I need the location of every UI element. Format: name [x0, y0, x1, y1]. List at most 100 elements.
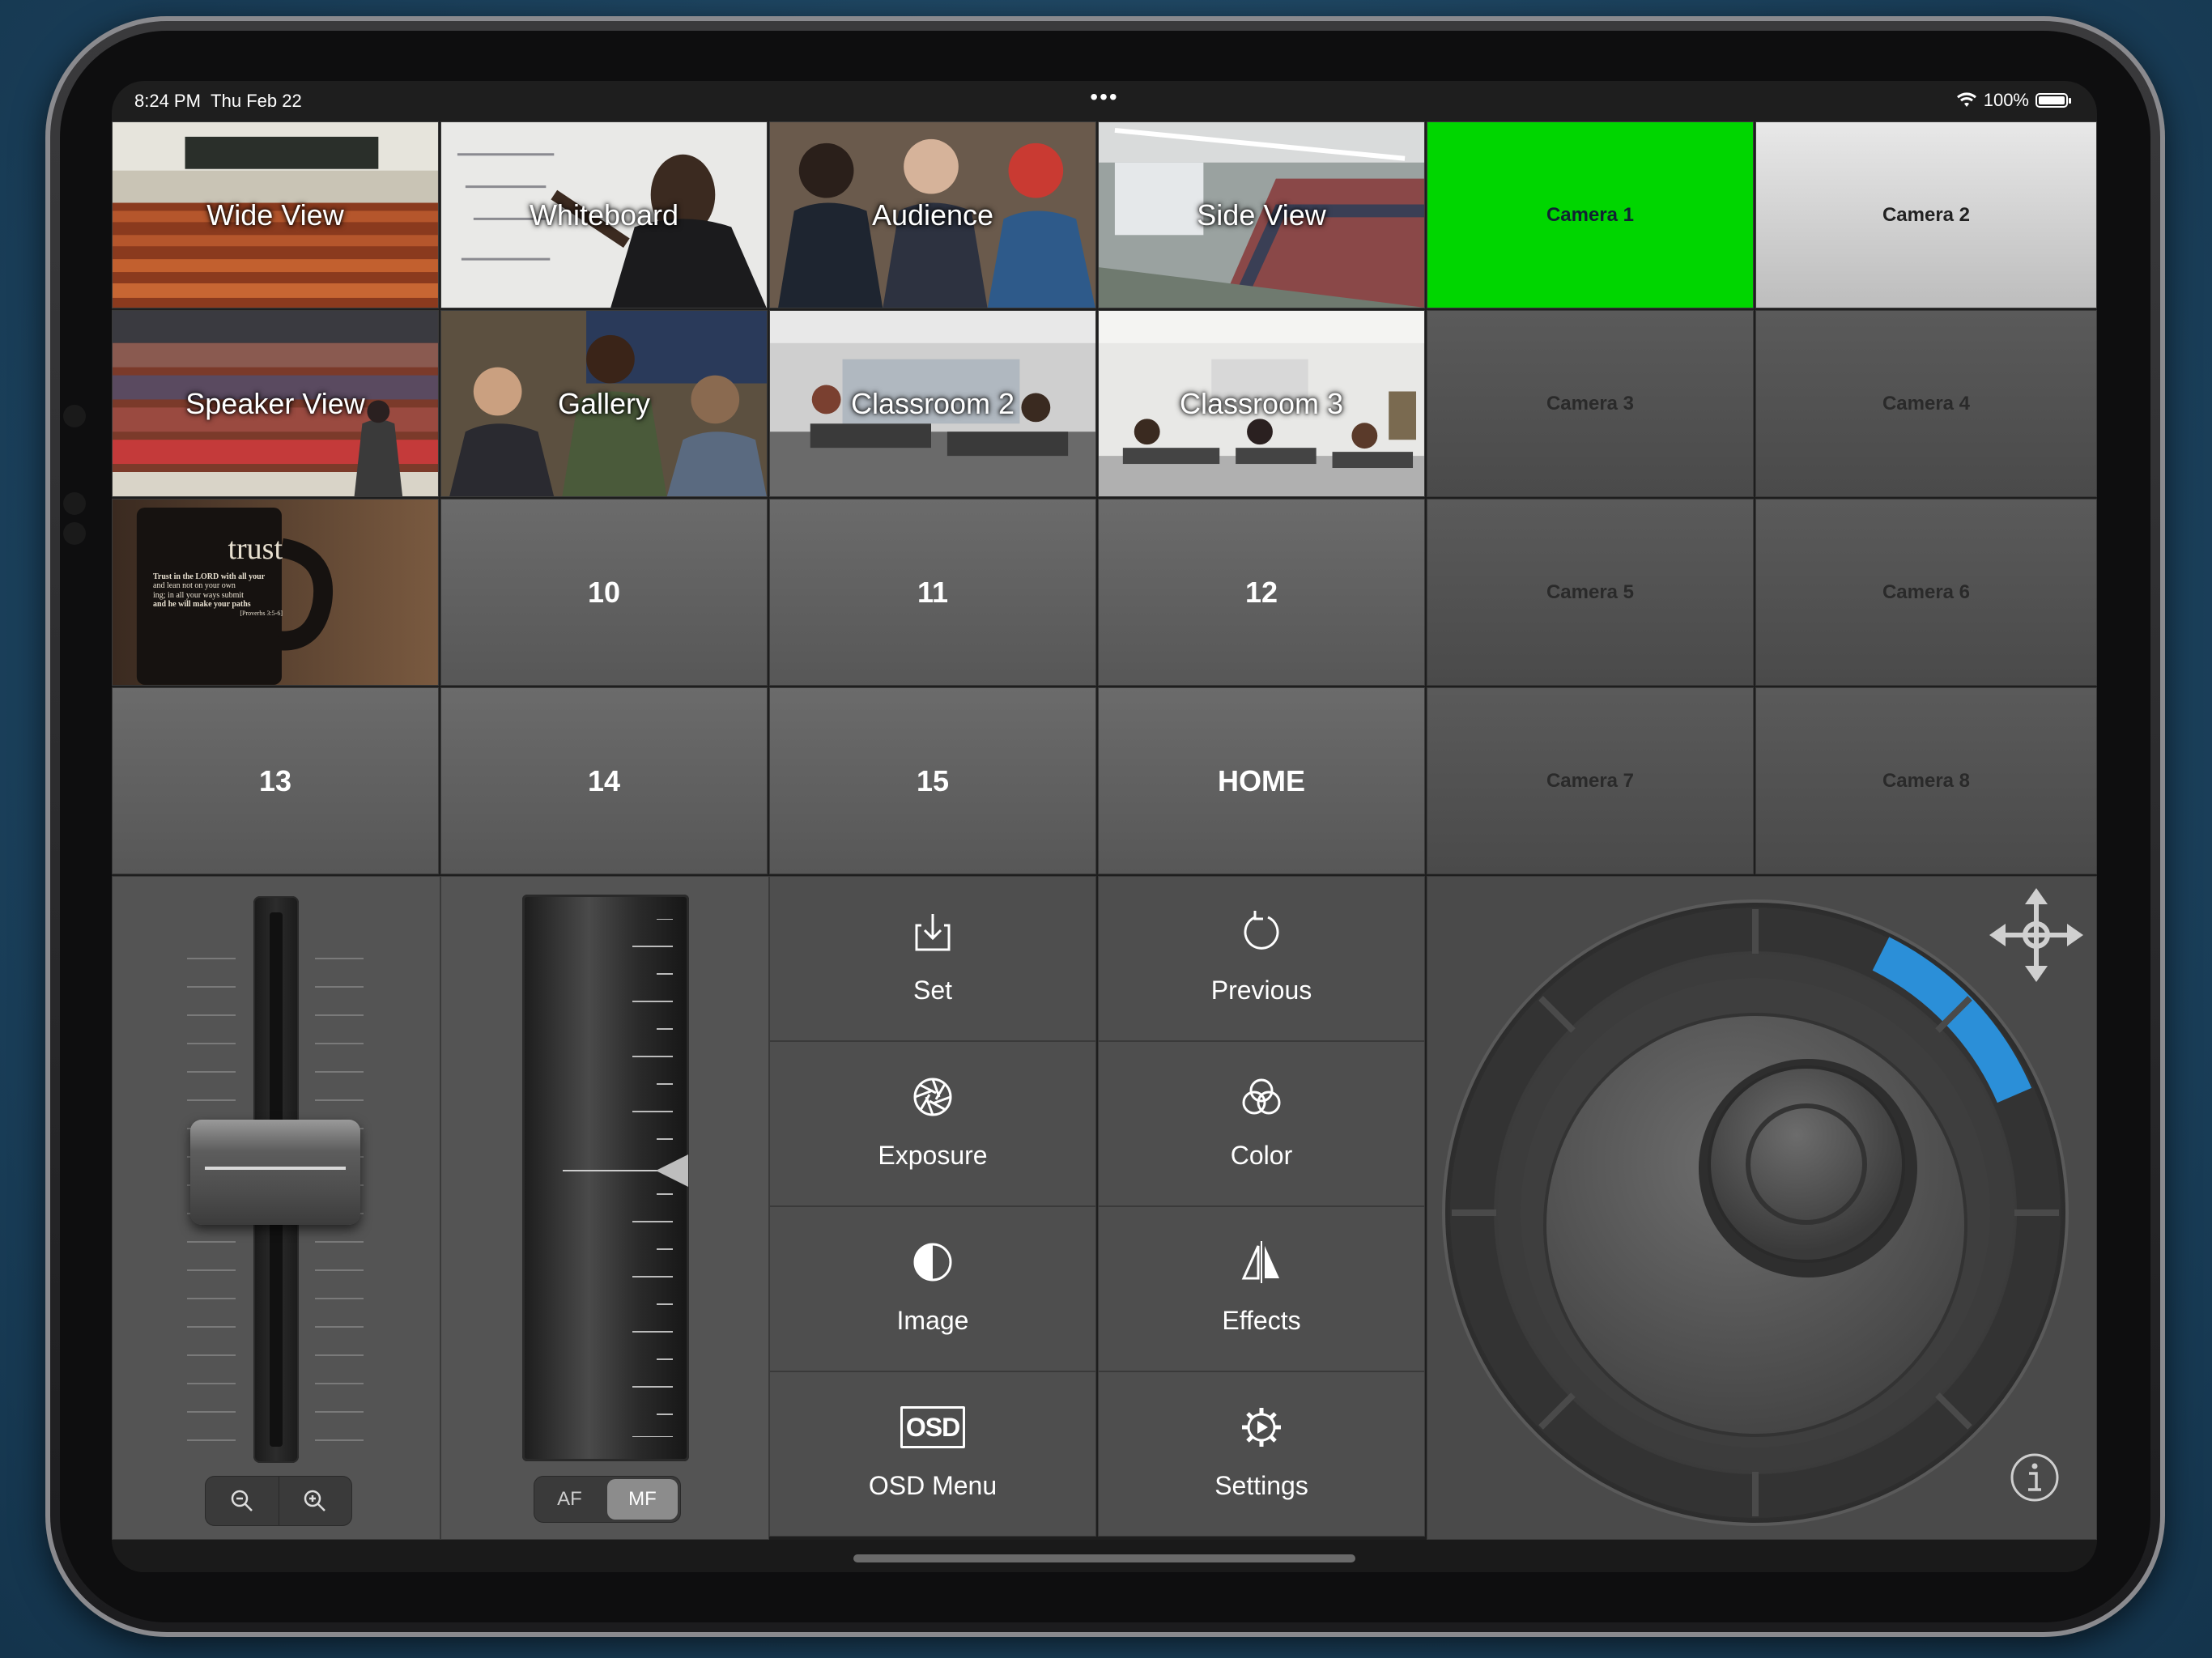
- preset-gallery[interactable]: Gallery: [440, 310, 768, 497]
- preset-label: Speaker View: [185, 386, 365, 420]
- preset-10[interactable]: 10: [440, 499, 768, 686]
- preset-14[interactable]: 14: [440, 687, 768, 874]
- battery-percent: 100%: [1983, 90, 2029, 110]
- camera-label: Camera 4: [1882, 392, 1971, 414]
- settings-button[interactable]: Settings: [1098, 1371, 1425, 1537]
- aperture-icon: [913, 1078, 952, 1116]
- osd-icon: OSD: [900, 1406, 965, 1448]
- camera-label: Camera 3: [1546, 392, 1635, 414]
- camera-5-button[interactable]: Camera 5: [1427, 499, 1754, 686]
- mug-title: trust: [228, 532, 283, 566]
- image-button[interactable]: Image: [769, 1206, 1096, 1371]
- rgb-circles-icon: [1242, 1078, 1281, 1115]
- color-label: Color: [1230, 1141, 1293, 1170]
- refresh-icon: [1244, 911, 1279, 950]
- camera-7-button[interactable]: Camera 7: [1427, 687, 1754, 874]
- effects-button[interactable]: Effects: [1098, 1206, 1425, 1371]
- status-right: 100%: [1956, 90, 2071, 111]
- focus-mode-toggle: AF MF: [534, 1476, 681, 1523]
- device-side-button: [63, 522, 86, 545]
- exposure-button[interactable]: Exposure: [769, 1041, 1096, 1206]
- preset-label: HOME: [1218, 763, 1305, 797]
- preset-13[interactable]: 13: [112, 687, 439, 874]
- previous-label: Previous: [1210, 976, 1312, 1005]
- move-arrows-icon[interactable]: [1988, 886, 2085, 984]
- info-icon[interactable]: [2009, 1452, 2061, 1503]
- preset-label: 11: [917, 575, 949, 609]
- gear-icon: [1242, 1408, 1281, 1447]
- osd-menu-label: OSD Menu: [868, 1471, 998, 1500]
- mug-line: [Proverbs 3:5-6]: [240, 609, 283, 617]
- image-label: Image: [896, 1306, 969, 1335]
- device-side-button: [63, 405, 86, 427]
- download-tray-icon: [915, 914, 951, 951]
- battery-icon: [2035, 93, 2071, 108]
- mug-line: Trust in the LORD with all your: [153, 572, 266, 581]
- preset-wide-view[interactable]: Wide View: [112, 121, 439, 308]
- osd-menu-button[interactable]: OSD OSD Menu: [769, 1371, 1096, 1537]
- zoom-out-button[interactable]: [206, 1477, 279, 1525]
- set-button[interactable]: Set: [769, 876, 1096, 1041]
- camera-1-button[interactable]: Camera 1: [1427, 121, 1754, 308]
- preset-label: Classroom 3: [1179, 386, 1344, 420]
- zoom-in-button[interactable]: [279, 1477, 352, 1525]
- preset-classroom-3[interactable]: Classroom 3: [1098, 310, 1425, 497]
- mug-line: and lean not on your own: [153, 581, 236, 591]
- preset-side-view[interactable]: Side View: [1098, 121, 1425, 308]
- zoom-in-icon: [304, 1490, 326, 1511]
- mug-line: and he will make your paths: [153, 600, 251, 610]
- contrast-icon: [913, 1243, 952, 1282]
- preset-label: Side View: [1197, 198, 1326, 232]
- preset-label: 12: [1244, 575, 1278, 609]
- device-side-button: [63, 492, 86, 515]
- exposure-label: Exposure: [878, 1141, 988, 1170]
- effects-label: Effects: [1222, 1306, 1301, 1335]
- multitasking-dots[interactable]: •••: [1090, 84, 1118, 110]
- zoom-out-icon: [231, 1490, 253, 1511]
- mug-line: ing; in all your ways submit: [153, 590, 244, 600]
- zoom-buttons: [205, 1476, 352, 1526]
- camera-6-button[interactable]: Camera 6: [1755, 499, 2097, 686]
- preset-12[interactable]: 12: [1098, 499, 1425, 686]
- camera-label: Camera 5: [1546, 580, 1635, 603]
- preset-classroom-2[interactable]: Classroom 2: [769, 310, 1096, 497]
- af-button[interactable]: AF: [534, 1477, 605, 1522]
- preset-label: 15: [916, 763, 950, 797]
- mug-text: trust Trust in the LORD with all your an…: [153, 532, 283, 617]
- status-time: 8:24 PM Thu Feb 22: [134, 91, 302, 111]
- preset-label: 14: [587, 763, 621, 797]
- camera-4-button[interactable]: Camera 4: [1755, 310, 2097, 497]
- ptz-joystick-panel: [1427, 876, 2097, 1540]
- preset-9[interactable]: trust Trust in the LORD with all your an…: [112, 499, 439, 686]
- preset-15[interactable]: 15: [769, 687, 1096, 874]
- focus-panel: AF MF: [440, 876, 769, 1540]
- camera-8-button[interactable]: Camera 8: [1755, 687, 2097, 874]
- previous-button[interactable]: Previous: [1098, 876, 1425, 1041]
- camera-label: Camera 2: [1882, 203, 1971, 226]
- settings-label: Settings: [1214, 1471, 1308, 1500]
- status-bar: 8:24 PM Thu Feb 22 ••• 100%: [112, 81, 2097, 121]
- preset-label: Wide View: [206, 198, 344, 232]
- preset-11[interactable]: 11: [769, 499, 1096, 686]
- mf-button[interactable]: MF: [607, 1479, 678, 1520]
- preset-label: Classroom 2: [850, 386, 1015, 420]
- preset-home[interactable]: HOME: [1098, 687, 1425, 874]
- preset-label: Gallery: [557, 386, 651, 420]
- preset-whiteboard[interactable]: Whiteboard: [440, 121, 768, 308]
- preset-audience[interactable]: Audience: [769, 121, 1096, 308]
- camera-3-button[interactable]: Camera 3: [1427, 310, 1754, 497]
- preset-speaker-view[interactable]: Speaker View: [112, 310, 439, 497]
- zoom-slider-knob[interactable]: [190, 1120, 360, 1225]
- focus-indicator: [563, 1154, 688, 1187]
- camera-label: Camera 1: [1546, 203, 1635, 226]
- bottom-strip: [112, 1540, 2097, 1572]
- camera-label: Camera 7: [1546, 769, 1635, 792]
- color-button[interactable]: Color: [1098, 1041, 1425, 1206]
- set-label: Set: [912, 976, 953, 1005]
- camera-2-button[interactable]: Camera 2: [1755, 121, 2097, 308]
- preset-label: 13: [258, 763, 292, 797]
- home-indicator[interactable]: [853, 1554, 1355, 1562]
- app-screen: 8:24 PM Thu Feb 22 ••• 100% Wide View Wh…: [112, 81, 2097, 1572]
- camera-label: Camera 8: [1882, 769, 1971, 792]
- camera-label: Camera 6: [1882, 580, 1971, 603]
